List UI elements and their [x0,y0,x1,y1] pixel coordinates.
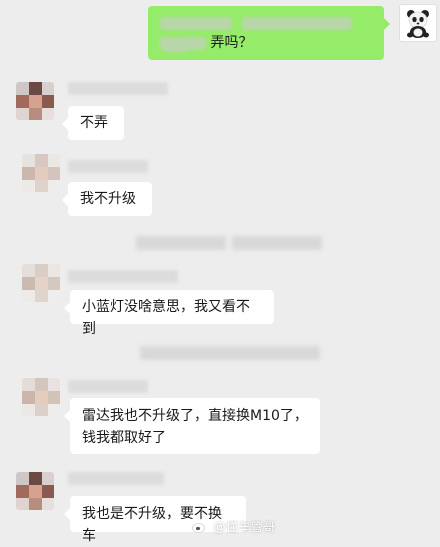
sender-avatar[interactable] [22,378,60,416]
sender-avatar[interactable] [22,264,60,302]
incoming-message: 不弄 [0,70,440,140]
outgoing-bubble[interactable]: 弄吗？ [148,6,390,60]
timestamp [232,236,322,250]
message-text: 我不升级 [80,191,136,207]
message-bubble[interactable]: 雷达我也不升级了，直接换M10了， 钱我都取好了 [64,398,320,454]
incoming-message: 小蓝灯没啥意思，我又看不到 [0,262,440,337]
sender-name [68,380,148,393]
message-bubble[interactable]: 不弄 [62,106,124,140]
panda-avatar-icon [407,10,429,38]
sender-avatar[interactable] [16,82,54,120]
weibo-icon [192,521,207,533]
message-text: 不弄 [80,115,108,131]
sender-name [68,472,164,485]
incoming-message: 我不升级 [0,150,440,220]
watermark: @懂车管哥 [192,518,276,535]
message-text-line: 钱我都取好了 [82,430,166,446]
message-bubble[interactable]: 我不升级 [62,182,152,216]
message-text: 小蓝灯没啥意思，我又看不到 [82,299,250,337]
sender-name [68,270,178,283]
sender-avatar[interactable] [22,154,60,192]
message-bubble[interactable]: 小蓝灯没啥意思，我又看不到 [64,290,274,337]
incoming-message: 雷达我也不升级了，直接换M10了， 钱我都取好了 [0,374,440,458]
message-text-line: 雷达我也不升级了，直接换M10了， [82,408,308,424]
sender-avatar[interactable] [16,472,54,510]
watermark-text: @懂车管哥 [213,520,276,534]
timestamp [136,236,226,250]
outgoing-text: 弄吗？ [210,35,253,51]
self-avatar[interactable] [399,4,437,42]
sender-name [68,160,148,173]
sender-name [68,82,168,95]
timestamp [140,346,320,360]
outgoing-message: 弄吗？ [0,0,440,62]
